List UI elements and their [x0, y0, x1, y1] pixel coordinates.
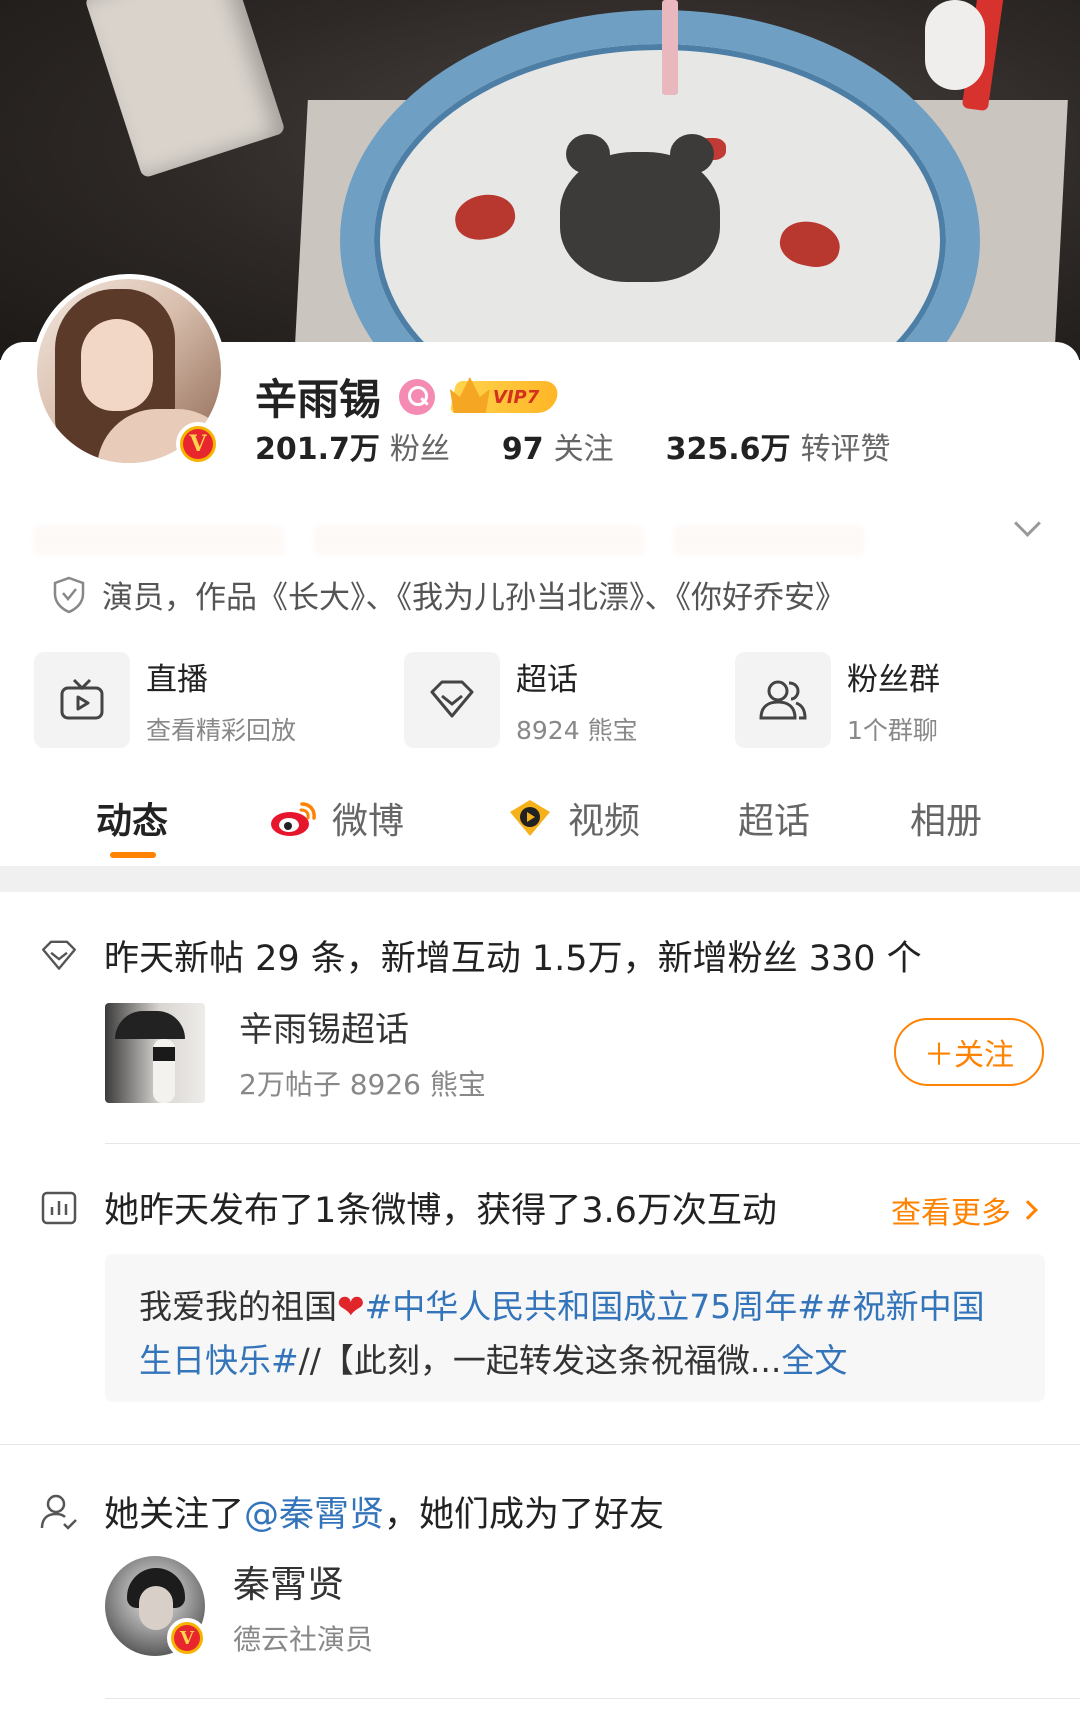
stat-following[interactable]: 97 关注 — [502, 424, 614, 468]
profile-name: 辛雨锡 — [255, 375, 382, 424]
active-tab-indicator — [110, 852, 156, 858]
supertopic-summary: 昨天新帖 29 条，新增互动 1.5万，新增粉丝 330 个 — [38, 930, 922, 981]
weibo-icon — [271, 802, 316, 836]
vip-label: VIP7 — [493, 386, 540, 407]
quick-link-subtitle: 查看精彩回放 — [146, 715, 297, 745]
quick-link-fan-group[interactable]: 粉丝群 1个群聊 — [735, 652, 940, 748]
quick-link-subtitle: 1个群聊 — [847, 715, 938, 745]
verified-badge-icon: V — [176, 422, 220, 466]
follow-activity: 她关注了@秦霄贤，她们成为了好友 — [38, 1486, 664, 1537]
follow-supertopic-button[interactable]: ＋关注 — [894, 1018, 1044, 1086]
divider — [105, 1698, 1080, 1699]
profile-bio: 演员，作品《长大》、《我为儿孙当北漂》、《你好乔安》 — [52, 572, 846, 617]
profile-tabs: 动态 微博 视频 超话 相册 — [0, 782, 1080, 862]
quick-link-title: 粉丝群 — [847, 661, 940, 698]
post-preview[interactable]: 我爱我的祖国❤#中华人民共和国成立75周年##祝新中国生日快乐#//【此刻，一起… — [105, 1254, 1045, 1402]
group-icon — [735, 652, 831, 748]
supertopic-thumbnail — [105, 1002, 205, 1103]
profile-avatar[interactable]: V — [32, 274, 226, 468]
stat-fans[interactable]: 201.7万 粉丝 — [255, 424, 450, 468]
quick-link-live[interactable]: 直播 查看精彩回放 — [34, 652, 296, 748]
chevron-down-icon[interactable] — [1014, 514, 1038, 538]
quick-link-subtitle: 8924 熊宝 — [516, 715, 638, 745]
cover-bear-face — [560, 134, 726, 282]
stat-likes[interactable]: 325.6万 转评赞 — [666, 424, 891, 468]
vip-badge[interactable]: VIP7 — [449, 381, 561, 413]
tv-icon — [34, 652, 130, 748]
divider — [105, 1143, 1080, 1144]
tab-supertopic[interactable]: 超话 — [738, 792, 810, 844]
faded-tags-row — [34, 526, 864, 555]
quick-link-title: 超话 — [516, 661, 578, 698]
friend-avatar[interactable]: V — [105, 1556, 207, 1658]
divider — [0, 1444, 1080, 1445]
quick-link-title: 直播 — [146, 661, 208, 698]
cover-paper-roll — [84, 0, 286, 179]
friend-description: 德云社演员 — [233, 1623, 374, 1656]
tab-feed[interactable]: 动态 — [96, 792, 168, 844]
verified-badge-icon: V — [167, 1618, 207, 1658]
supertopic-name: 辛雨锡超话 — [239, 1010, 409, 1050]
tab-album[interactable]: 相册 — [910, 792, 982, 844]
friend-name: 秦霄贤 — [233, 1563, 344, 1606]
cover-bunny-decoration — [925, 0, 985, 90]
bio-text: 演员，作品《长大》、《我为儿孙当北漂》、《你好乔安》 — [102, 580, 846, 616]
supertopic-card[interactable]: 辛雨锡超话 2万帖子 8926 熊宝 — [105, 1002, 486, 1103]
user-check-icon — [38, 1491, 80, 1533]
crown-icon — [450, 373, 490, 413]
female-icon — [399, 378, 436, 415]
heart-emoji: ❤ — [337, 1287, 365, 1326]
user-mention-link[interactable]: @秦霄贤 — [244, 1495, 384, 1535]
cover-candle — [662, 0, 678, 95]
bar-chart-icon — [38, 1187, 80, 1229]
video-icon — [510, 800, 550, 836]
quick-link-supertopic[interactable]: 超话 8924 熊宝 — [404, 652, 638, 748]
hashtag-link[interactable]: #中华人民共和国成立75周年# — [365, 1287, 825, 1326]
diamond-icon — [404, 652, 500, 748]
section-divider — [0, 866, 1080, 892]
expand-full-text-link[interactable]: 全文 — [781, 1341, 847, 1380]
see-more-link[interactable]: 查看更多 — [891, 1188, 1038, 1232]
diamond-icon — [38, 935, 80, 977]
chevron-right-icon — [1018, 1200, 1038, 1220]
post-summary: 她昨天发布了1条微博，获得了3.6万次互动 — [38, 1182, 777, 1233]
tab-video[interactable]: 视频 — [506, 792, 640, 844]
profile-stats: 201.7万 粉丝 97 关注 325.6万 转评赞 — [255, 424, 891, 468]
supertopic-meta: 2万帖子 8926 熊宝 — [239, 1068, 486, 1101]
profile-name-row: 辛雨锡 VIP7 — [255, 366, 561, 427]
friend-card[interactable]: V 秦霄贤 德云社演员 — [105, 1554, 373, 1658]
tab-weibo[interactable]: 微博 — [270, 792, 404, 844]
shield-icon — [53, 576, 85, 613]
